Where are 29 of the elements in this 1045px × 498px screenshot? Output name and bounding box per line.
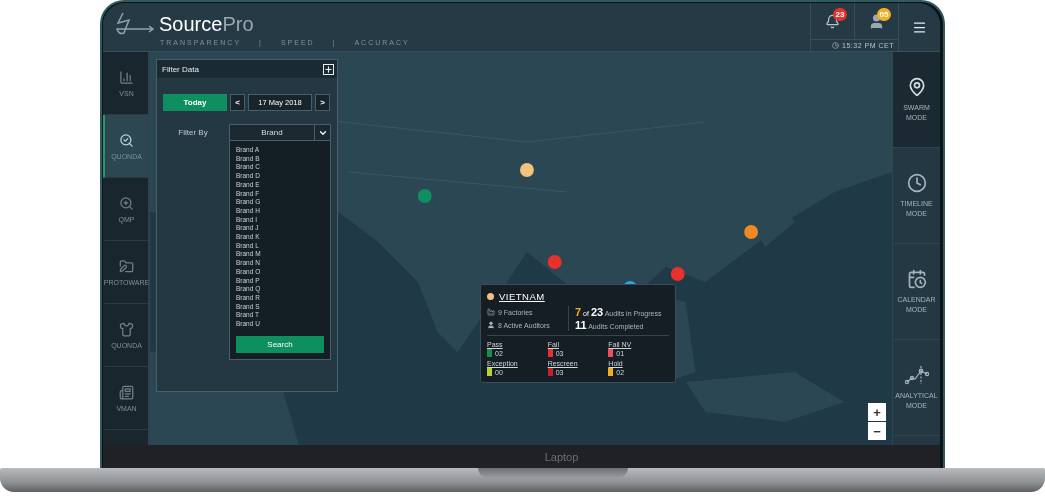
panel-title: Filter Data [162,64,199,74]
filter-label: Filter By [177,127,209,139]
line-chart-icon [903,365,930,386]
factory-icon [487,308,495,316]
calendar-clock-icon [906,269,927,290]
device-label: Laptop [544,450,579,463]
clock-icon [832,42,840,50]
menu-icon [912,19,927,35]
user-icon [487,321,495,329]
zoom-out-button[interactable]: − [868,422,886,440]
shirt-icon [119,321,134,337]
previous-button[interactable]: < [230,94,245,111]
brand-dropdown[interactable]: Brand [229,124,331,141]
folder-pen-icon [119,258,134,274]
zoom-in-button[interactable]: + [868,403,886,421]
clock-icon [906,173,927,194]
notification-badge: 23 [833,8,847,21]
today-button[interactable]: Today [163,94,227,111]
search-button[interactable]: Search [236,335,324,353]
bar-chart-icon [119,69,134,85]
expand-button[interactable] [323,63,334,75]
next-button[interactable]: > [315,94,330,111]
logo-icon [113,11,155,37]
zoom-in-icon [119,195,134,211]
newspaper-icon [119,384,134,400]
country-name[interactable]: VIETNAM [499,291,545,302]
user-badge: 05 [877,8,891,21]
check-search-icon [119,132,134,148]
logo-text: SourcePro [159,12,254,36]
